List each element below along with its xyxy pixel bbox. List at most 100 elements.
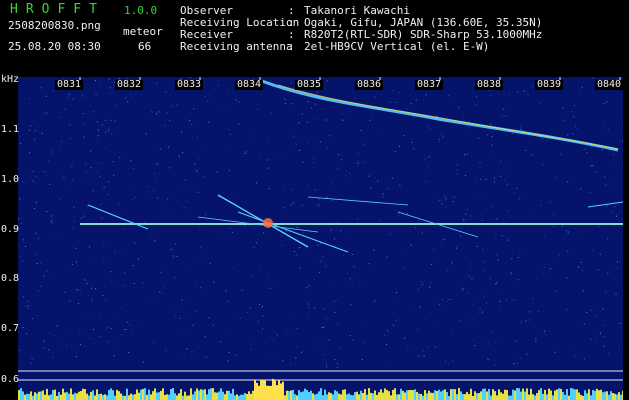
noise-speck (313, 162, 315, 164)
noise-speck (128, 324, 130, 326)
power-bar (346, 394, 348, 400)
power-bar (322, 395, 324, 400)
power-bar (164, 395, 166, 400)
noise-speck (296, 328, 298, 330)
noise-speck (29, 152, 31, 154)
noise-speck (295, 143, 297, 145)
noise-speck (36, 263, 38, 264)
noise-speck (470, 266, 472, 268)
power-bar (182, 395, 184, 400)
power-bar (162, 388, 164, 400)
noise-speck (233, 194, 235, 196)
power-bar (80, 391, 82, 400)
noise-speck (299, 122, 301, 124)
noise-speck (404, 337, 406, 339)
power-bar (312, 393, 314, 400)
noise-speck (603, 103, 605, 104)
noise-speck (527, 93, 529, 95)
power-bar (20, 388, 22, 400)
noise-speck (457, 173, 459, 175)
power-bar (26, 393, 28, 400)
noise-speck (127, 321, 129, 323)
noise-speck (302, 161, 304, 163)
noise-speck (439, 199, 441, 201)
noise-speck (203, 176, 205, 178)
noise-speck (174, 277, 176, 279)
noise-speck (267, 167, 269, 169)
noise-speck (108, 78, 110, 80)
noise-speck (427, 125, 429, 127)
noise-speck (310, 247, 312, 249)
noise-speck (275, 332, 277, 334)
noise-speck (319, 141, 321, 143)
noise-speck (340, 296, 342, 298)
noise-speck (419, 306, 421, 308)
noise-speck (262, 328, 264, 330)
noise-speck (74, 220, 75, 222)
noise-speck (170, 248, 172, 250)
power-bar (256, 382, 258, 400)
background-noise (18, 77, 623, 368)
noise-speck (171, 105, 173, 107)
noise-speck (77, 289, 79, 291)
noise-speck (147, 187, 149, 189)
noise-speck (495, 233, 497, 235)
noise-speck (472, 339, 474, 341)
power-bar (440, 391, 442, 400)
noise-speck (100, 124, 102, 126)
power-bar (408, 390, 410, 400)
noise-speck (69, 124, 71, 126)
power-bar (348, 393, 350, 400)
noise-speck (108, 181, 109, 183)
noise-speck (513, 363, 515, 365)
power-bar (140, 389, 142, 400)
noise-speck (606, 101, 608, 103)
noise-speck (619, 323, 621, 324)
power-bar (282, 381, 284, 400)
power-bar (412, 390, 414, 400)
power-bar (512, 389, 514, 400)
power-bar (394, 388, 396, 400)
noise-speck (91, 287, 92, 289)
x-tick-label: 0836 (355, 79, 384, 90)
noise-speck (145, 133, 147, 135)
noise-speck (19, 136, 21, 138)
noise-speck (575, 125, 576, 127)
noise-speck (43, 113, 44, 115)
noise-speck (468, 275, 470, 277)
noise-speck (341, 113, 343, 115)
noise-speck (132, 198, 134, 200)
location-value: Ogaki, Gifu, JAPAN (136.60E, 35.35N) (304, 16, 543, 29)
power-bar (622, 390, 623, 400)
noise-speck (133, 282, 135, 284)
power-bar (496, 395, 498, 400)
power-bar (102, 395, 104, 400)
power-bar (454, 389, 456, 400)
noise-speck (543, 266, 545, 268)
noise-speck (422, 350, 424, 352)
noise-speck (322, 256, 324, 258)
noise-speck (51, 219, 53, 221)
noise-speck (314, 103, 316, 105)
noise-speck (103, 258, 105, 260)
power-bar (392, 389, 394, 400)
noise-speck (481, 220, 483, 221)
noise-speck (266, 159, 268, 161)
noise-speck (387, 330, 388, 331)
noise-speck (51, 222, 53, 224)
noise-speck (130, 93, 132, 95)
noise-speck (466, 209, 468, 211)
noise-speck (442, 239, 444, 241)
power-bar (472, 396, 474, 400)
x-tick-label: 0834 (235, 79, 264, 90)
noise-speck (361, 358, 363, 360)
power-bar (588, 389, 590, 400)
power-bar (426, 393, 428, 400)
power-bar (222, 391, 224, 400)
noise-speck (283, 207, 285, 209)
noise-speck (423, 355, 425, 357)
noise-speck (101, 217, 103, 219)
power-bar (506, 390, 508, 400)
noise-speck (393, 324, 394, 326)
noise-speck (334, 359, 336, 360)
